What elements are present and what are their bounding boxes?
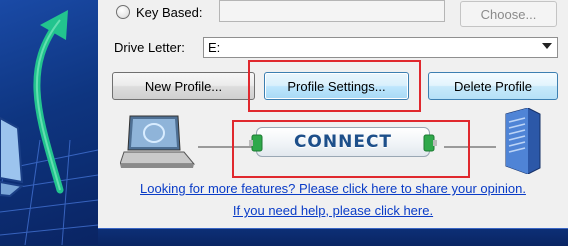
profile-panel: Key Based: Choose... Drive Letter: E: Ne… — [98, 0, 568, 228]
key-file-field — [219, 0, 445, 22]
chevron-down-icon[interactable] — [542, 43, 552, 49]
feedback-link[interactable]: Looking for more features? Please click … — [140, 181, 526, 196]
feedback-link-row: Looking for more features? Please click … — [98, 181, 568, 196]
highlight-box-connect — [232, 120, 470, 178]
new-profile-button[interactable]: New Profile... — [112, 72, 255, 100]
help-link-row: If you need help, please click here. — [98, 203, 568, 218]
drive-letter-select[interactable]: E: — [203, 37, 558, 58]
highlight-box-settings — [248, 60, 421, 112]
drive-letter-value: E: — [208, 40, 221, 55]
server-icon — [505, 108, 541, 174]
delete-profile-button[interactable]: Delete Profile — [428, 72, 558, 100]
key-based-label: Key Based: — [136, 4, 203, 20]
help-link[interactable]: If you need help, please click here. — [233, 203, 433, 218]
background-artwork — [0, 0, 98, 245]
bottom-decorative-strip — [98, 228, 568, 246]
drive-letter-label: Drive Letter: — [114, 40, 185, 55]
laptop-icon — [120, 115, 196, 168]
laptop-icon — [0, 116, 25, 198]
choose-button[interactable]: Choose... — [460, 1, 557, 27]
green-arrow-icon — [33, 16, 64, 194]
key-based-radio[interactable] — [116, 5, 130, 19]
key-based-option[interactable]: Key Based: — [116, 0, 203, 24]
decorative-art — [0, 10, 98, 245]
